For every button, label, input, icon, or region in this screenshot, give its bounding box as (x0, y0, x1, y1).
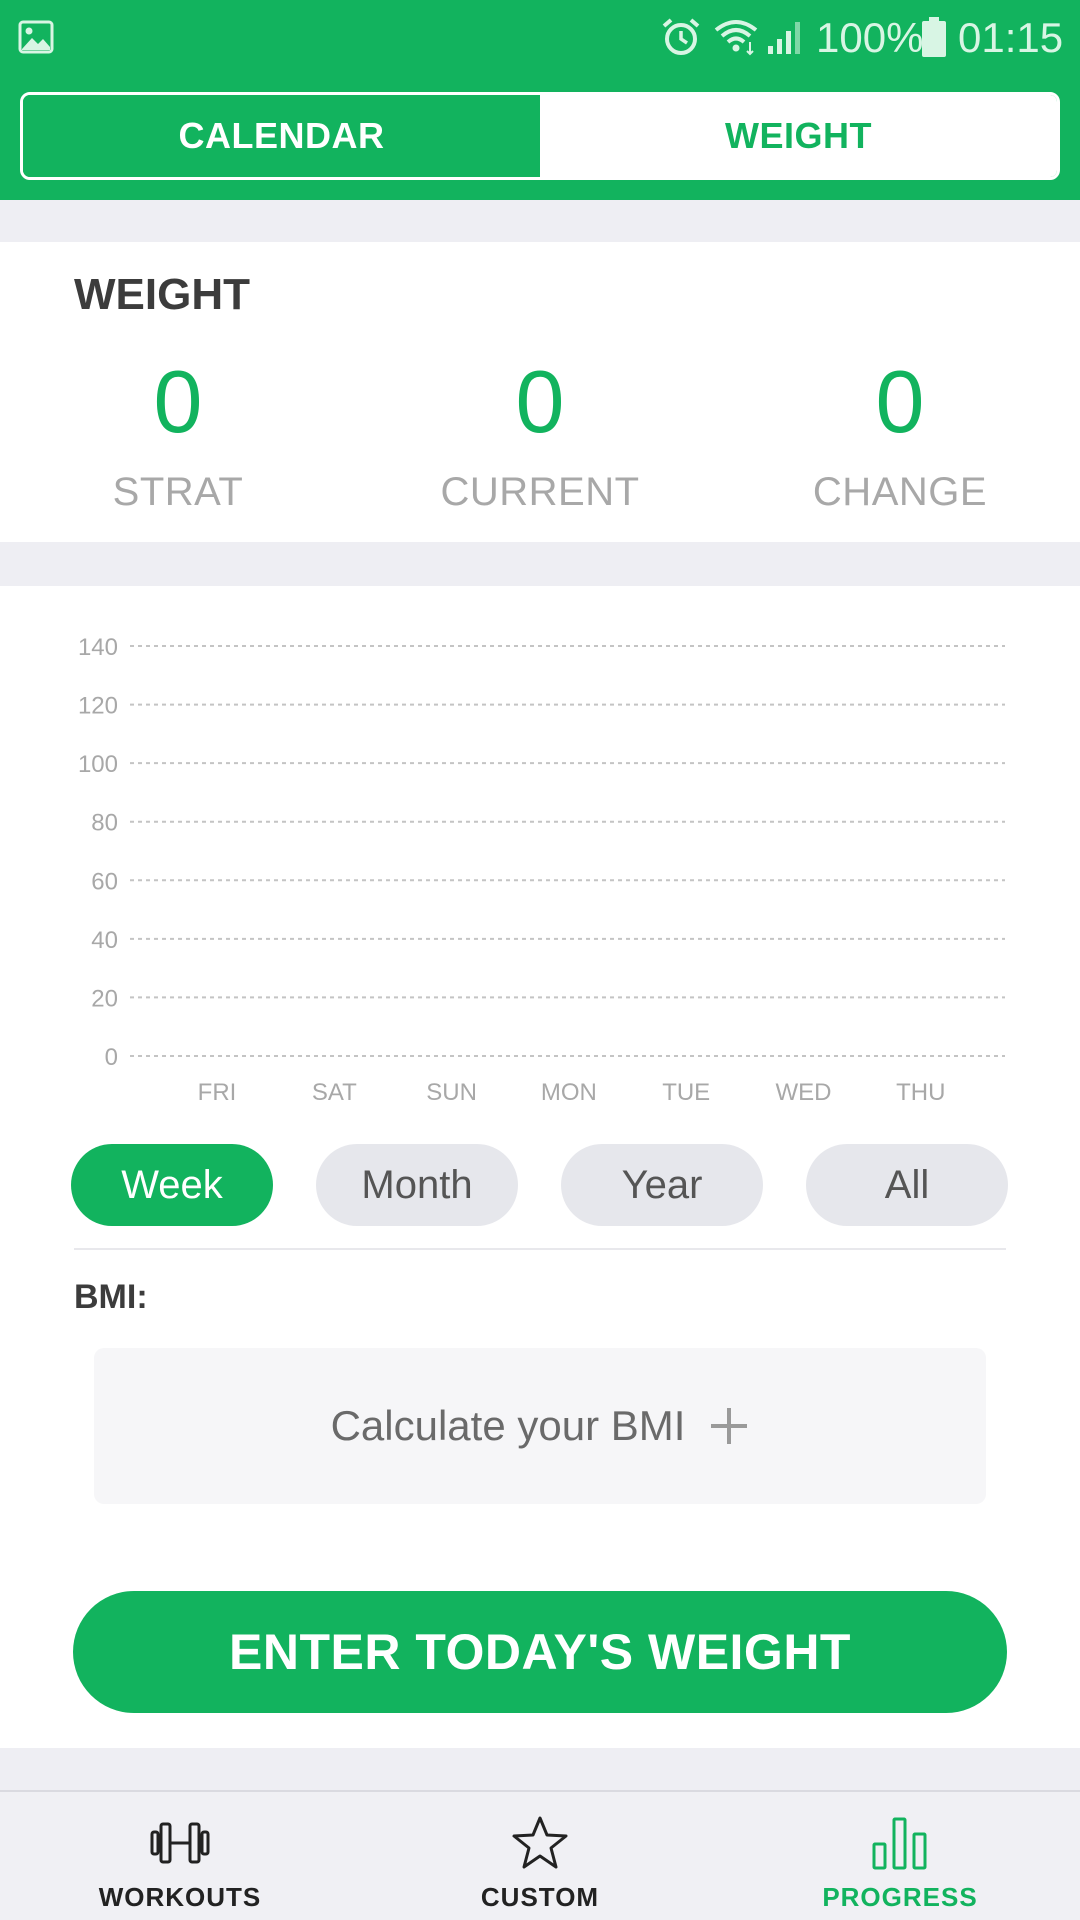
y-tick-label: 100 (78, 751, 118, 778)
wifi-icon (714, 20, 758, 56)
range-month-button[interactable]: Month (316, 1144, 518, 1226)
status-bar: 100% 01:15 (0, 0, 1080, 80)
stat-current-value: 0 (515, 352, 565, 451)
bottom-nav: WORKOUTS CUSTOM PROGRESS (0, 1790, 1080, 1920)
y-tick-label: 120 (78, 693, 118, 720)
tab-calendar[interactable]: CALENDAR (23, 95, 540, 177)
range-selector: Week Month Year All (71, 1144, 1009, 1226)
calculate-bmi-text: Calculate your BMI (330, 1402, 686, 1449)
range-all-button[interactable]: All (806, 1144, 1008, 1226)
range-year-button[interactable]: Year (561, 1144, 763, 1226)
stat-start-label: STRAT (112, 470, 244, 514)
x-tick-label: THU (896, 1079, 945, 1106)
y-tick-label: 40 (91, 927, 118, 954)
weight-summary-card: WEIGHT 0 STRAT 0 CURRENT 0 CHANGE (0, 242, 1080, 542)
nav-workouts[interactable]: WORKOUTS (0, 1792, 360, 1920)
view-toggle: CALENDAR WEIGHT (20, 92, 1060, 180)
stat-start-value: 0 (153, 352, 203, 451)
y-tick-label: 140 (78, 634, 118, 661)
bmi-label: BMI: (74, 1278, 148, 1316)
signal-icon (768, 22, 800, 54)
stat-change-value: 0 (875, 352, 925, 451)
tab-weight[interactable]: WEIGHT (540, 95, 1057, 177)
stat-start: 0 STRAT (28, 352, 328, 515)
battery-icon (922, 17, 946, 57)
nav-custom-label: CUSTOM (480, 1882, 600, 1912)
progress-card: 140 120 100 80 60 40 20 0 FRI SAT SUN MON TUE WED THU … (0, 586, 1080, 1748)
battery-percent: 100% (816, 14, 924, 61)
stat-current-label: CURRENT (440, 470, 640, 514)
calculate-bmi-button[interactable]: Calculate your BMI (94, 1348, 986, 1504)
plus-icon (711, 1408, 748, 1444)
x-tick-label: WED (776, 1079, 832, 1106)
enter-weight-button[interactable]: ENTER TODAY'S WEIGHT (73, 1591, 1007, 1713)
y-tick-label: 0 (105, 1044, 118, 1071)
nav-custom[interactable]: CUSTOM (360, 1792, 720, 1920)
stat-current: 0 CURRENT (390, 352, 690, 515)
nav-progress-label: PROGRESS (822, 1882, 978, 1912)
bar-chart-icon (872, 1817, 927, 1870)
y-tick-label: 80 (91, 810, 118, 837)
y-tick-label: 20 (91, 985, 118, 1012)
range-week-button[interactable]: Week (71, 1144, 273, 1226)
star-icon (512, 1816, 568, 1869)
x-tick-label: MON (541, 1079, 597, 1106)
weight-chart: 140 120 100 80 60 40 20 0 FRI SAT SUN MON TUE WED THU (78, 634, 1005, 1106)
stat-change-label: CHANGE (812, 470, 988, 514)
section-divider (74, 1248, 1006, 1250)
x-tick-label: FRI (198, 1079, 237, 1106)
y-tick-label: 60 (91, 868, 118, 895)
app-header: 100% 01:15 CALENDAR WEIGHT (0, 0, 1080, 200)
x-tick-label: SAT (312, 1079, 357, 1106)
nav-progress[interactable]: PROGRESS (720, 1792, 1080, 1920)
dumbbell-icon (150, 1822, 210, 1864)
stat-change: 0 CHANGE (750, 352, 1050, 515)
gallery-icon (18, 20, 54, 54)
nav-workouts-label: WORKOUTS (98, 1882, 262, 1912)
weight-title: WEIGHT (74, 270, 250, 319)
x-tick-label: SUN (426, 1079, 477, 1106)
alarm-icon (662, 18, 700, 55)
status-clock: 01:15 (958, 14, 1064, 61)
x-tick-label: TUE (662, 1079, 710, 1106)
